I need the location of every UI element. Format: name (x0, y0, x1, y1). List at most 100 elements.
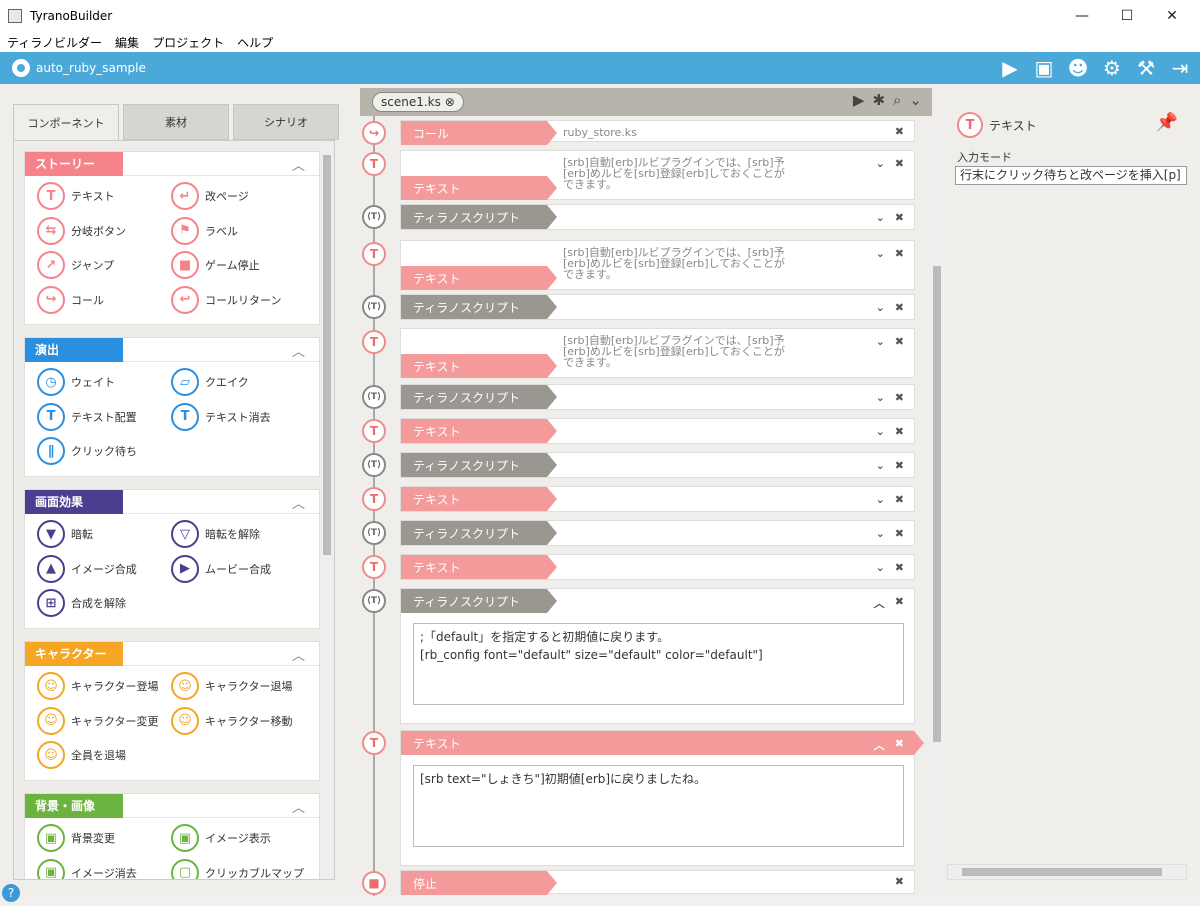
scenario-scrollbar[interactable] (931, 128, 943, 896)
component-item[interactable]: ▼ 暗転 (37, 520, 93, 548)
component-item[interactable]: ▣ イメージ消去 (37, 858, 137, 879)
chevron-down-icon[interactable]: ⌄ (876, 335, 885, 348)
hammer-icon[interactable]: ⚒ (1132, 56, 1160, 80)
menu-help[interactable]: ヘルプ (237, 34, 273, 51)
chevron-down-icon[interactable]: ⌄ (876, 459, 885, 472)
chevron-down-icon[interactable]: ⌄ (876, 527, 885, 540)
delete-row-icon[interactable]: ✖ (895, 157, 904, 170)
delete-row-icon[interactable]: ✖ (895, 561, 904, 574)
section-header[interactable]: 画面効果 ︿ (25, 489, 319, 514)
delete-row-icon[interactable]: ✖ (895, 493, 904, 506)
chevron-down-icon[interactable]: ⌄ (876, 425, 885, 438)
component-item[interactable]: ▲ イメージ合成 (37, 554, 137, 583)
component-item[interactable]: ▣ 背景変更 (37, 824, 115, 852)
scenario-row[interactable]: テキスト ⌄ ✖ (400, 418, 915, 444)
delete-row-icon[interactable]: ✖ (895, 335, 904, 348)
section-header[interactable]: 背景・画像 ︿ (25, 793, 319, 818)
scenario-row[interactable]: テキスト ︿ ✖ [srb text="しょきち"]初期値[erb]に戻りましたね。 (400, 730, 924, 866)
play-scene-icon[interactable]: ▶ (853, 91, 865, 109)
chevron-down-icon[interactable]: ⌄ (876, 493, 885, 506)
scenario-row[interactable]: ティラノスクリプト ︿ ✖ ;「default」を指定すると初期値に戻ります。 [rb_… (400, 588, 915, 724)
users-settings-icon[interactable]: ☻ (1064, 56, 1092, 80)
section-header[interactable]: 演出 ︿ (25, 337, 319, 362)
component-item[interactable]: ▣ イメージ表示 (171, 824, 271, 852)
component-item[interactable]: ◷ ウェイト (37, 368, 115, 396)
delete-row-icon[interactable]: ✖ (895, 595, 904, 611)
delete-row-icon[interactable]: ✖ (895, 737, 904, 753)
row-editor[interactable]: [srb text="しょきち"]初期値[erb]に戻りましたね。 (413, 765, 904, 847)
component-item[interactable]: ▶ ムービー合成 (171, 554, 271, 583)
component-item[interactable]: ⊞ 合成を解除 (37, 589, 126, 617)
delete-row-icon[interactable]: ✖ (895, 875, 904, 888)
section-header[interactable]: ストーリー ︿ (25, 151, 319, 176)
component-item[interactable]: ☺ キャラクター移動 (171, 706, 293, 735)
export-icon[interactable]: ⇥ (1166, 56, 1194, 80)
scenario-row[interactable]: テキスト [srb]自動[erb]ルビプラグインでは、[srb]予[erb]めルビ… (400, 240, 915, 290)
section-header[interactable]: キャラクター ︿ (25, 641, 319, 666)
delete-row-icon[interactable]: ✖ (895, 459, 904, 472)
tab-assets[interactable]: 素材 (123, 104, 229, 140)
chevron-down-icon[interactable]: ⌄ (876, 301, 885, 314)
maximize-button[interactable]: ☐ (1105, 0, 1149, 32)
component-item[interactable]: ■ ゲーム停止 (171, 251, 260, 279)
delete-row-icon[interactable]: ✖ (895, 247, 904, 260)
row-editor[interactable]: ;「default」を指定すると初期値に戻ります。 [rb_config font… (413, 623, 904, 705)
delete-row-icon[interactable]: ✖ (895, 527, 904, 540)
component-item[interactable]: ∥ クリック待ち (37, 437, 137, 465)
scenario-row[interactable]: ティラノスクリプト ⌄ ✖ (400, 204, 915, 230)
scenario-row[interactable]: ティラノスクリプト ⌄ ✖ (400, 520, 915, 546)
debug-bug-icon[interactable]: ✱ (872, 91, 885, 109)
component-item[interactable]: ☺ キャラクター退場 (171, 672, 293, 700)
component-item[interactable]: T テキスト配置 (37, 402, 137, 431)
component-item[interactable]: T テキスト消去 (171, 402, 271, 431)
chevron-up-icon[interactable]: ︿ (292, 155, 305, 174)
component-item[interactable]: ↵ 改ページ (171, 182, 249, 210)
chevron-up-icon[interactable]: ︿ (874, 737, 885, 753)
close-tab-icon[interactable]: ⊗ (445, 95, 455, 109)
component-scrollbar[interactable] (321, 143, 333, 877)
component-item[interactable]: ⇆ 分岐ボタン (37, 216, 126, 245)
component-item[interactable]: ▢ クリッカブルマップ (171, 858, 304, 879)
help-icon[interactable]: ? (2, 884, 20, 902)
scenario-row[interactable]: ティラノスクリプト ⌄ ✖ (400, 384, 915, 410)
pin-icon[interactable]: 📌 (1156, 112, 1178, 133)
component-item[interactable]: ↗ ジャンプ (37, 251, 114, 279)
scenario-row[interactable]: ティラノスクリプト ⌄ ✖ (400, 294, 915, 320)
menu-project[interactable]: プロジェクト (152, 34, 224, 51)
component-item[interactable]: ☺ キャラクター変更 (37, 706, 159, 735)
chevron-up-icon[interactable]: ︿ (292, 797, 305, 816)
save-icon[interactable]: ▣ (1030, 56, 1058, 80)
chevron-down-icon[interactable]: ⌄ (876, 157, 885, 170)
tab-scenario[interactable]: シナリオ (233, 104, 339, 140)
chevron-up-icon[interactable]: ︿ (292, 645, 305, 664)
scenario-row[interactable]: テキスト [srb]自動[erb]ルビプラグインでは、[srb]予[erb]めルビ… (400, 328, 915, 378)
delete-row-icon[interactable]: ✖ (895, 211, 904, 224)
chevron-down-icon[interactable]: ⌄ (876, 247, 885, 260)
scene-tab[interactable]: scene1.ks ⊗ (372, 92, 464, 112)
scenario-row[interactable]: 停止 ✖ (400, 870, 915, 895)
tab-components[interactable]: コンポーネント (13, 104, 119, 141)
delete-row-icon[interactable]: ✖ (895, 425, 904, 438)
minimize-button[interactable]: — (1060, 0, 1104, 32)
search-icon[interactable]: ⌕ (893, 91, 901, 109)
scenario-row[interactable]: コール ruby_store.ks ✖ (400, 120, 915, 145)
chevron-down-icon[interactable]: ⌄ (876, 211, 885, 224)
scenario-row[interactable]: テキスト ⌄ ✖ (400, 486, 915, 512)
chevron-down-icon[interactable]: ⌄ (876, 561, 885, 574)
component-item[interactable]: ▱ クエイク (171, 368, 249, 396)
component-item[interactable]: ⚑ ラベル (171, 216, 238, 245)
play-icon[interactable]: ▶ (996, 56, 1024, 80)
scenario-row[interactable]: ティラノスクリプト ⌄ ✖ (400, 452, 915, 478)
scenario-row[interactable]: テキスト ⌄ ✖ (400, 554, 915, 580)
menu-tyranobuilder[interactable]: ティラノビルダー (7, 34, 102, 51)
chevron-down-icon[interactable]: ⌄ (909, 91, 922, 109)
chevron-down-icon[interactable]: ⌄ (876, 391, 885, 404)
delete-row-icon[interactable]: ✖ (895, 391, 904, 404)
scenario-row[interactable]: テキスト [srb]自動[erb]ルビプラグインでは、[srb]予[erb]めルビ… (400, 150, 915, 200)
chevron-up-icon[interactable]: ︿ (874, 595, 885, 611)
component-item[interactable]: ↩ コールリターン (171, 285, 281, 314)
component-item[interactable]: ↪ コール (37, 285, 104, 314)
component-item[interactable]: ☺ 全員を退場 (37, 741, 126, 769)
close-button[interactable]: ✕ (1150, 0, 1194, 32)
component-item[interactable]: ▽ 暗転を解除 (171, 520, 260, 548)
